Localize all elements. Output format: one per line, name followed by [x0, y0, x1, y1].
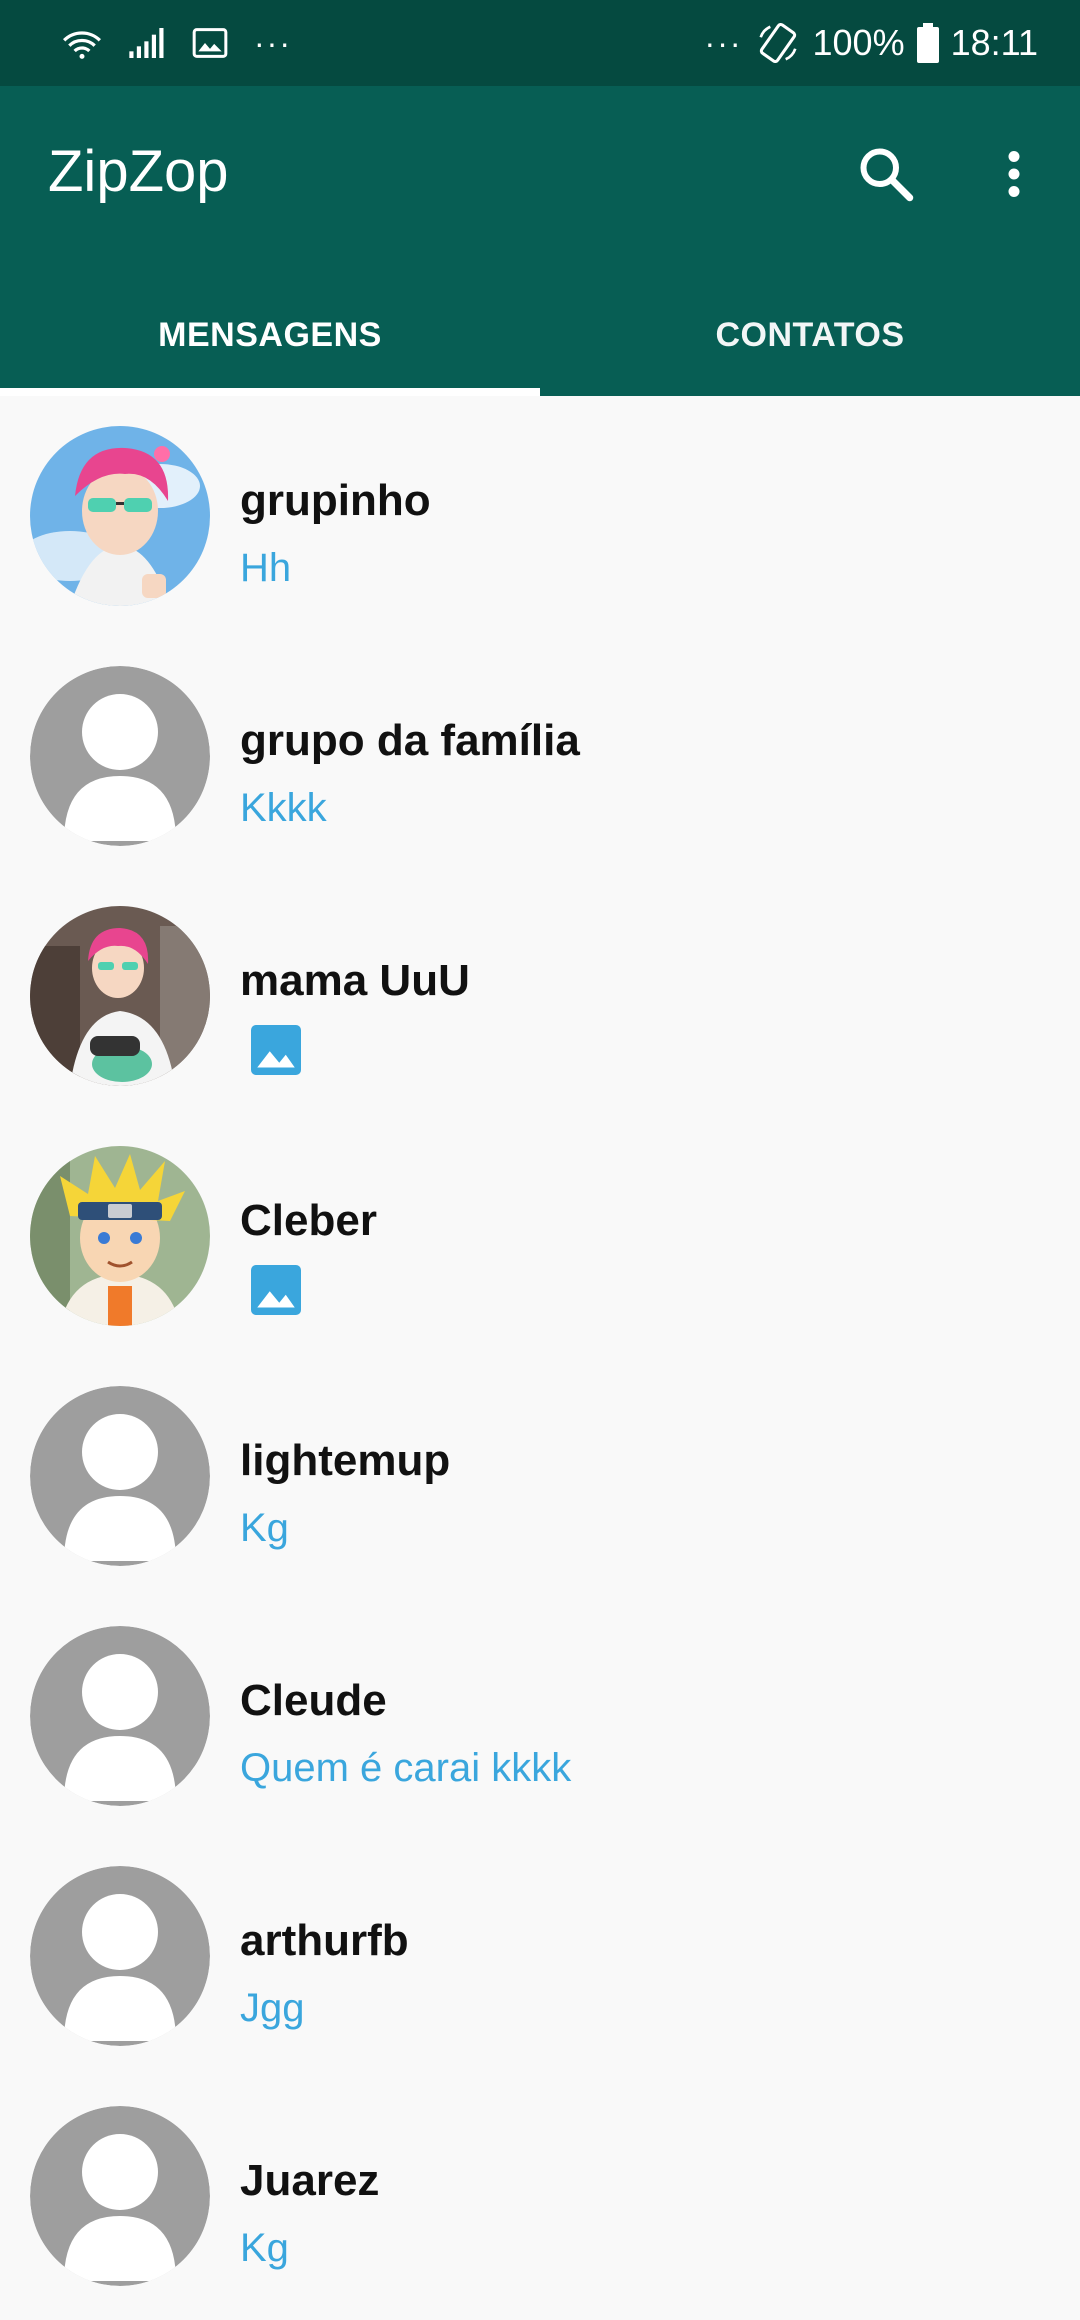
tab-mensagens-label: MENSAGENS [158, 315, 382, 354]
default-avatar-icon [30, 666, 210, 846]
avatar [30, 426, 210, 606]
battery-icon [916, 23, 939, 63]
avatar [30, 1866, 210, 2046]
wifi-icon [63, 31, 101, 59]
contact-name: Cleber [240, 1196, 377, 1245]
conversation-row[interactable]: Cleber [0, 1120, 1080, 1360]
conversation-row[interactable]: mama UuU [0, 880, 1080, 1120]
avatar-anime-pink-hair-glasses [30, 426, 210, 606]
tab-selected-indicator [0, 388, 540, 396]
avatar [30, 2106, 210, 2286]
status-bar: ··· ··· 100% 18:11 [0, 0, 1080, 86]
last-message: Jgg [240, 1986, 305, 2030]
signal-icon [129, 28, 164, 58]
default-avatar-icon [30, 1626, 210, 1806]
status-more-dots-right: ··· [704, 24, 743, 61]
contact-name: Cleude [240, 1676, 387, 1725]
avatar [30, 1386, 210, 1566]
conversation-list: grupinho Hh grupo da família Kkkk mama U… [0, 400, 1080, 2320]
last-message: Kg [240, 2226, 289, 2270]
tab-bar: MENSAGENS CONTATOS [0, 274, 1080, 396]
tab-contatos[interactable]: CONTATOS [540, 274, 1080, 396]
status-more-dots: ··· [254, 24, 292, 61]
overflow-menu-button[interactable] [974, 134, 1054, 214]
avatar [30, 666, 210, 846]
conversation-row[interactable]: Cleude Quem é carai kkkk [0, 1600, 1080, 1840]
contact-name: arthurfb [240, 1916, 409, 1965]
gallery-notification-icon [192, 28, 228, 58]
tab-contatos-label: CONTATOS [715, 315, 905, 354]
search-button[interactable] [846, 134, 926, 214]
default-avatar-icon [30, 1866, 210, 2046]
conversation-row[interactable]: arthurfb Jgg [0, 1840, 1080, 2080]
avatar [30, 1626, 210, 1806]
conversation-row[interactable]: grupo da família Kkkk [0, 640, 1080, 880]
contact-name: mama UuU [240, 956, 470, 1005]
conversation-row[interactable]: lightemup Kg [0, 1360, 1080, 1600]
contact-name: Juarez [240, 2156, 380, 2205]
contact-name: grupinho [240, 476, 431, 525]
last-message: Kg [240, 1506, 289, 1550]
conversation-row[interactable]: grupinho Hh [0, 400, 1080, 640]
tab-mensagens[interactable]: MENSAGENS [0, 274, 540, 396]
app-bar: ZipZop MENSAGENS CONTATOS [0, 86, 1080, 396]
last-message: Kkkk [240, 786, 327, 830]
default-avatar-icon [30, 1386, 210, 1566]
search-icon [860, 148, 914, 202]
battery-percent: 100% [812, 22, 905, 63]
image-message-icon [251, 1265, 301, 1315]
default-avatar-icon [30, 2106, 210, 2286]
avatar-anime-blond-headband [30, 1146, 210, 1326]
status-right-icons: ··· 100% 18:11 [705, 0, 1038, 86]
app-title: ZipZop [48, 139, 229, 204]
avatar-anime-pink-hair-white-shirt [30, 906, 210, 1086]
more-vert-icon [1008, 151, 1020, 197]
last-message: Quem é carai kkkk [240, 1746, 572, 1790]
contact-name: lightemup [240, 1436, 451, 1485]
rotation-icon [758, 22, 797, 64]
conversation-row[interactable]: Juarez Kg [0, 2080, 1080, 2320]
image-message-icon [251, 1025, 301, 1075]
avatar [30, 1146, 210, 1326]
last-message: Hh [240, 546, 292, 590]
contact-name: grupo da família [240, 716, 580, 765]
clock: 18:11 [950, 22, 1038, 63]
status-left-icons: ··· [62, 0, 292, 86]
avatar [30, 906, 210, 1086]
